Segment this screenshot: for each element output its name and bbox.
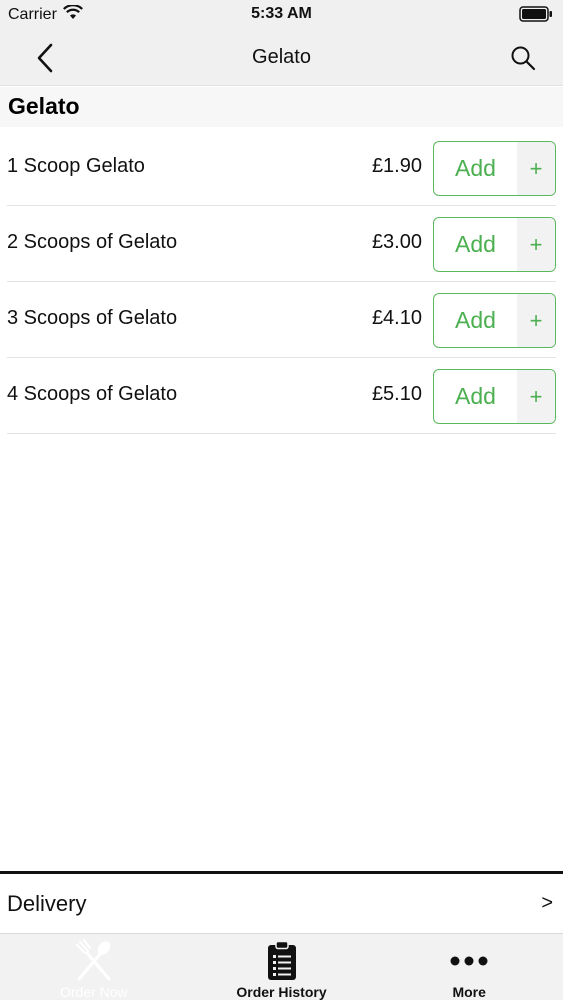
tab-order-history[interactable]: Order History	[188, 934, 376, 1000]
item-price: £5.10	[371, 383, 422, 405]
add-button[interactable]: Add +	[433, 217, 556, 272]
utensils-icon	[0, 939, 188, 982]
navigation-bar: Gelato	[0, 30, 563, 86]
plus-icon: +	[517, 370, 555, 423]
screen: Carrier 5:33 AM Gelato Gelato 1 Scoop Ge…	[0, 0, 563, 1000]
delivery-label: Delivery	[7, 891, 87, 916]
plus-icon: +	[517, 218, 555, 271]
add-button-label: Add	[455, 155, 496, 181]
section-header: Gelato	[0, 87, 563, 127]
page-title: Gelato	[252, 46, 311, 68]
back-button[interactable]	[30, 42, 60, 74]
add-button-label: Add	[455, 307, 496, 333]
menu-item-row: 3 Scoops of Gelato £4.10 Add +	[7, 282, 556, 358]
item-price: £4.10	[371, 307, 422, 329]
item-price: £1.90	[371, 155, 422, 177]
add-button[interactable]: Add +	[433, 293, 556, 348]
chevron-left-icon	[37, 43, 53, 73]
menu-item-row: 1 Scoop Gelato £1.90 Add +	[7, 130, 556, 206]
menu-list: 1 Scoop Gelato £1.90 Add + 2 Scoops of G…	[0, 130, 563, 434]
add-button[interactable]: Add +	[433, 141, 556, 196]
plus-icon: +	[517, 142, 555, 195]
battery-icon	[519, 6, 553, 27]
tab-order-now[interactable]: Order Now	[0, 934, 188, 1000]
tab-label: Order Now	[59, 984, 128, 1000]
section-title: Gelato	[8, 93, 80, 119]
menu-item-row: 4 Scoops of Gelato £5.10 Add +	[7, 358, 556, 434]
add-button[interactable]: Add +	[433, 369, 556, 424]
item-name: 3 Scoops of Gelato	[7, 307, 178, 329]
tab-bar: Order Now Order History More	[0, 933, 563, 1000]
status-time: 5:33 AM	[251, 5, 312, 22]
tab-more[interactable]: More	[375, 934, 563, 1000]
status-bar: Carrier 5:33 AM	[0, 0, 563, 30]
item-price: £3.00	[371, 231, 422, 253]
plus-icon: +	[517, 294, 555, 347]
add-button-label: Add	[455, 383, 496, 409]
item-name: 4 Scoops of Gelato	[7, 383, 178, 405]
clipboard-icon	[188, 940, 376, 982]
menu-item-row: 2 Scoops of Gelato £3.00 Add +	[7, 206, 556, 282]
chevron-right-icon: >	[541, 892, 553, 914]
item-name: 1 Scoop Gelato	[7, 155, 145, 177]
add-button-label: Add	[455, 231, 496, 257]
delivery-selector[interactable]: Delivery >	[0, 871, 563, 933]
tab-label: Order History	[236, 984, 327, 1000]
search-icon	[511, 46, 536, 71]
search-button[interactable]	[507, 42, 539, 74]
item-name: 2 Scoops of Gelato	[7, 231, 178, 253]
tab-label: More	[452, 984, 486, 1000]
more-dots-icon	[375, 940, 563, 982]
